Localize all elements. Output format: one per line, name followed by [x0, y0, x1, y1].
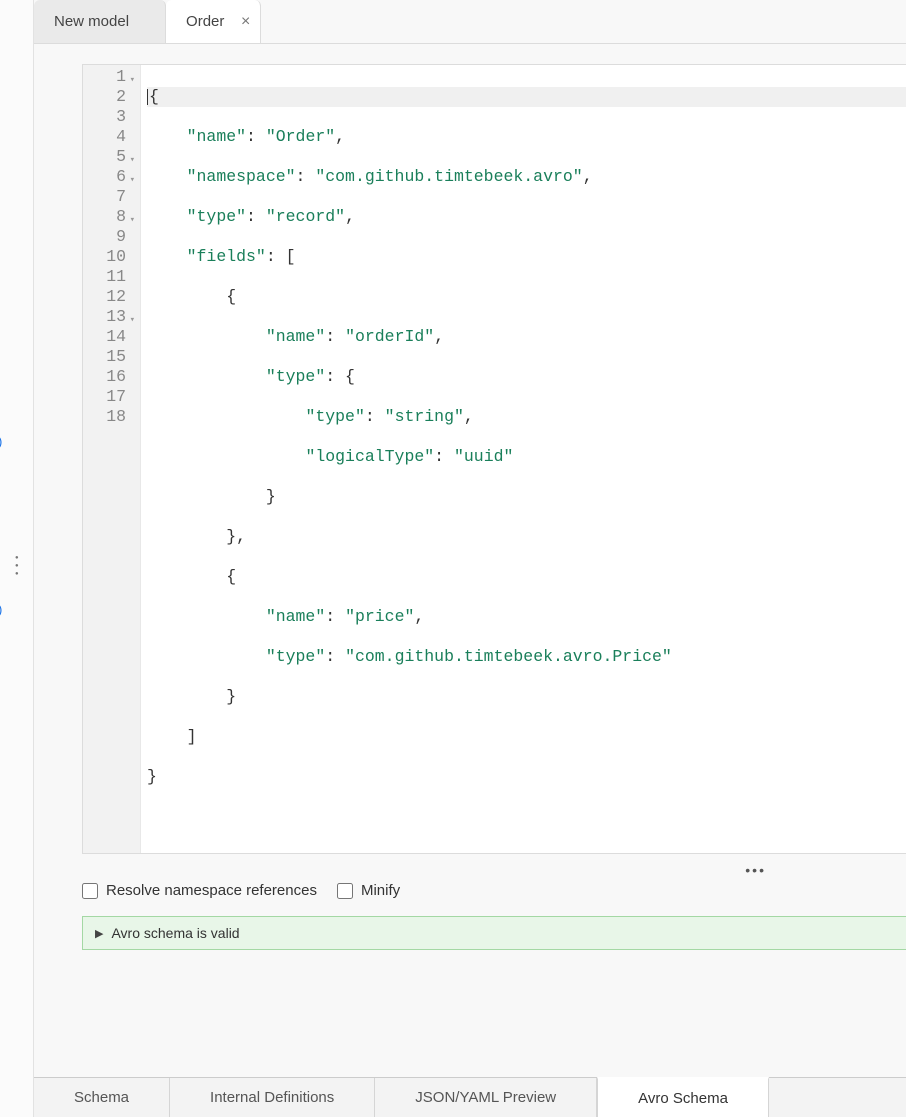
tab-label: Schema: [74, 1089, 129, 1106]
left-rail-glyph: ): [0, 602, 2, 617]
resize-handle-icon[interactable]: •••: [34, 862, 906, 878]
code-editor[interactable]: 1▾ 2 3 4 5▾ 6▾ 7 8▾ 9 10 11 12 13▾ 14: [82, 64, 906, 854]
checkbox-input[interactable]: [337, 883, 353, 899]
tab-avro-schema[interactable]: Avro Schema: [597, 1077, 769, 1117]
checkbox-label: Resolve namespace references: [106, 882, 317, 899]
tab-order[interactable]: Order ×: [166, 0, 261, 43]
close-icon[interactable]: ×: [241, 14, 250, 30]
tab-label: Internal Definitions: [210, 1089, 334, 1106]
bottom-tab-bar: Schema Internal Definitions JSON/YAML Pr…: [34, 1077, 906, 1117]
validation-status[interactable]: ▶ Avro schema is valid: [82, 916, 906, 950]
tab-new-model[interactable]: New model: [34, 0, 166, 43]
minify-checkbox[interactable]: Minify: [337, 882, 400, 899]
tab-internal-definitions[interactable]: Internal Definitions: [170, 1078, 375, 1117]
code-content[interactable]: { "name": "Order", "namespace": "com.git…: [141, 65, 906, 853]
checkbox-input[interactable]: [82, 883, 98, 899]
tab-schema[interactable]: Schema: [34, 1078, 170, 1117]
tab-label: Order: [186, 13, 224, 30]
resolve-namespace-checkbox[interactable]: Resolve namespace references: [82, 882, 317, 899]
top-tab-bar: New model Order ×: [34, 0, 906, 44]
tab-json-yaml-preview[interactable]: JSON/YAML Preview: [375, 1078, 597, 1117]
disclosure-triangle-icon[interactable]: ▶: [95, 927, 103, 940]
checkbox-label: Minify: [361, 882, 400, 899]
left-rail: ) ●●● ): [0, 0, 34, 1117]
options-row: Resolve namespace references Minify: [82, 882, 906, 899]
tab-label: JSON/YAML Preview: [415, 1089, 556, 1106]
status-message: Avro schema is valid: [111, 925, 239, 941]
drag-handle-icon[interactable]: ●●●: [15, 555, 19, 577]
line-number-gutter: 1▾ 2 3 4 5▾ 6▾ 7 8▾ 9 10 11 12 13▾ 14: [83, 65, 141, 853]
left-rail-glyph: ): [0, 434, 2, 449]
workspace: 1▾ 2 3 4 5▾ 6▾ 7 8▾ 9 10 11 12 13▾ 14: [34, 44, 906, 1077]
tab-label: Avro Schema: [638, 1090, 728, 1107]
tab-label: New model: [54, 13, 129, 30]
